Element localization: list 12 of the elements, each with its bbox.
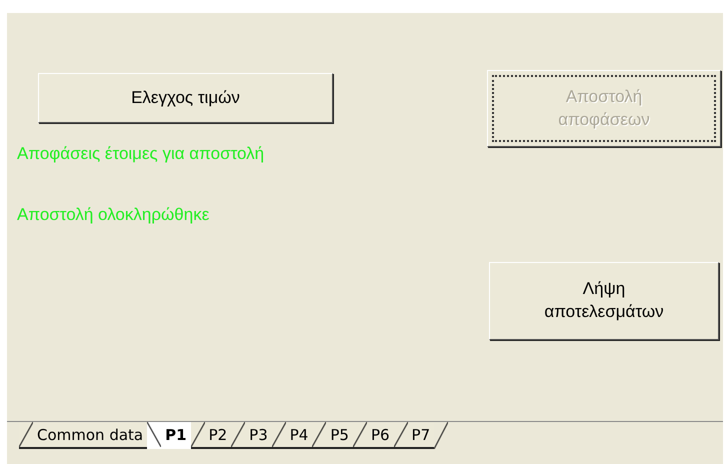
check-values-button[interactable]: Ελεγχος τιμών	[38, 73, 333, 123]
sheet-tab[interactable]: P4	[272, 422, 312, 449]
sheet-tab[interactable]: P2	[190, 422, 232, 449]
sheet-tab[interactable]: P1	[147, 422, 191, 449]
sheet-tab[interactable]: Common data	[19, 422, 148, 449]
get-results-button[interactable]: Λήψη αποτελεσμάτων	[489, 262, 719, 340]
sheet-tab[interactable]: P5	[312, 422, 353, 449]
status-message: Αποφάσεις έτοιμες για αποστολή	[17, 143, 264, 165]
sheet-tab[interactable]: P3	[231, 422, 272, 449]
status-message: Αποστολή ολοκληρώθηκε	[17, 204, 210, 226]
sheet-tab[interactable]: P6	[352, 422, 394, 449]
sheet-tab[interactable]: P7	[394, 422, 434, 449]
